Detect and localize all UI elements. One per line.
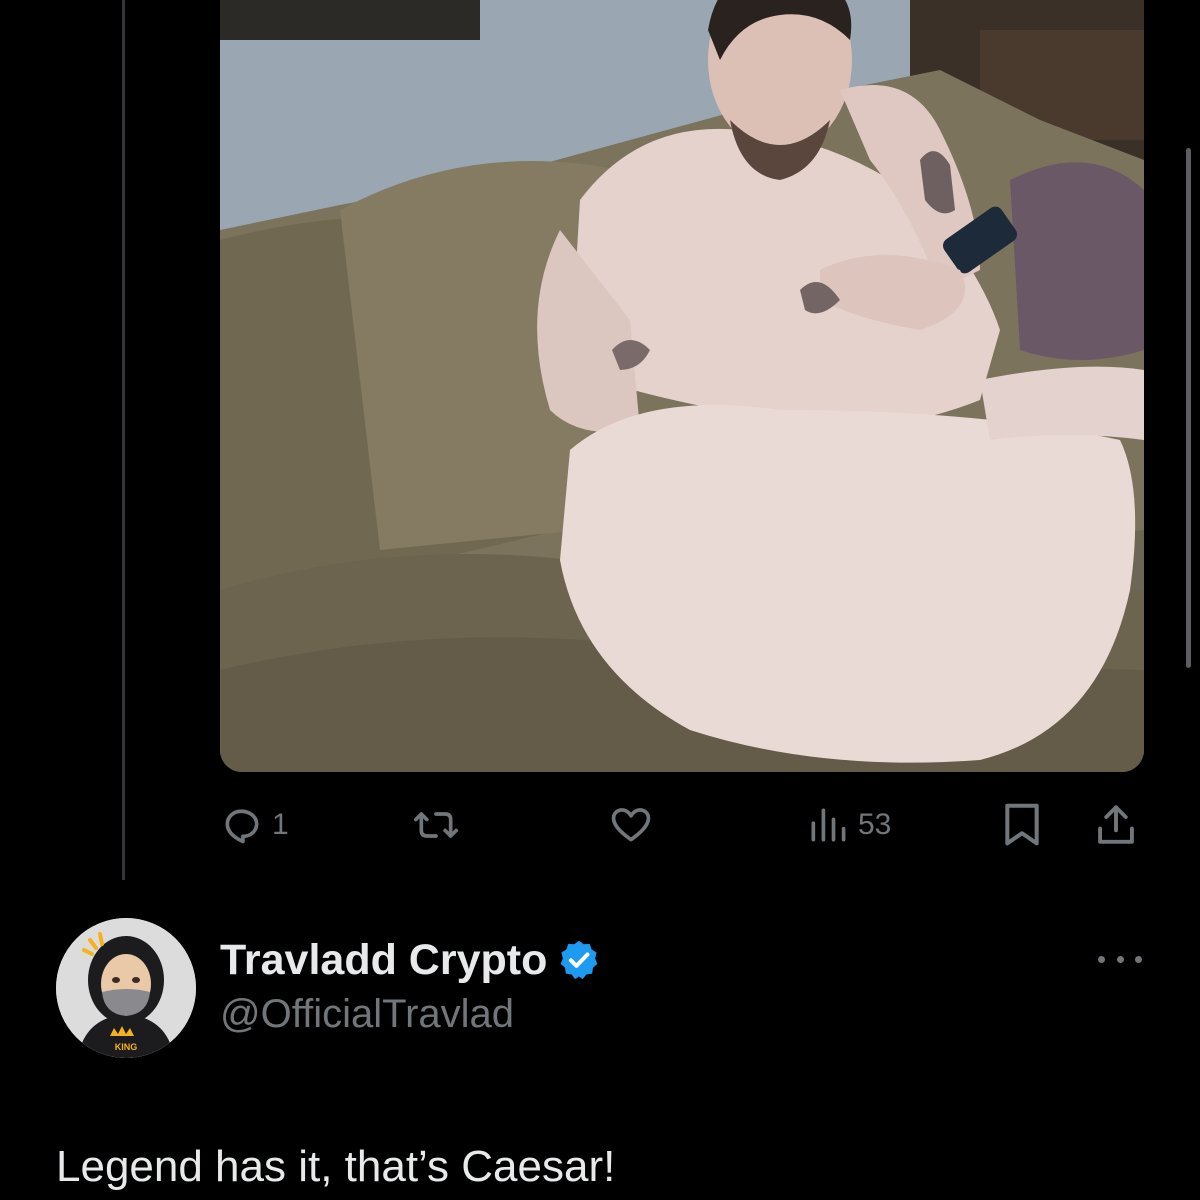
thread-connector-line (122, 0, 125, 880)
speech-bubble-icon (220, 803, 264, 847)
display-name[interactable]: Travladd Crypto (220, 936, 547, 985)
avatar[interactable]: KING (56, 918, 196, 1058)
views-count: 53 (858, 808, 892, 841)
views-button[interactable]: 53 (806, 800, 891, 850)
tweet-media-photo[interactable] (220, 0, 1144, 772)
more-options-button[interactable] (1098, 944, 1142, 974)
like-button[interactable] (608, 800, 662, 850)
bookmark-icon (1000, 801, 1044, 849)
retweet-icon (412, 803, 460, 847)
scrollbar[interactable] (1186, 148, 1191, 668)
dot (1116, 955, 1124, 963)
user-handle[interactable]: @OfficialTravlad (220, 992, 601, 1037)
verified-badge-icon[interactable] (557, 938, 601, 982)
dot (1135, 955, 1142, 963)
reply-count: 1 (272, 808, 289, 841)
bar-chart-icon (806, 803, 850, 847)
dot (1098, 955, 1105, 963)
photo-illustration (220, 0, 1144, 772)
share-button[interactable] (1094, 800, 1138, 850)
bookmark-button[interactable] (1000, 800, 1044, 850)
reply-button[interactable]: 1 (220, 800, 289, 850)
retweet-button[interactable] (412, 800, 468, 850)
display-name-row: Travladd Crypto (220, 930, 601, 990)
tweet-text: Legend has it, that’s Caesar! (56, 1142, 616, 1191)
share-icon (1094, 802, 1138, 848)
tweet-action-bar: 1 53 (0, 800, 1200, 850)
avatar-illustration: KING (56, 918, 196, 1058)
tweet-author: Travladd Crypto @OfficialTravlad (220, 930, 601, 1037)
heart-icon (608, 803, 654, 847)
svg-text:KING: KING (115, 1042, 138, 1052)
